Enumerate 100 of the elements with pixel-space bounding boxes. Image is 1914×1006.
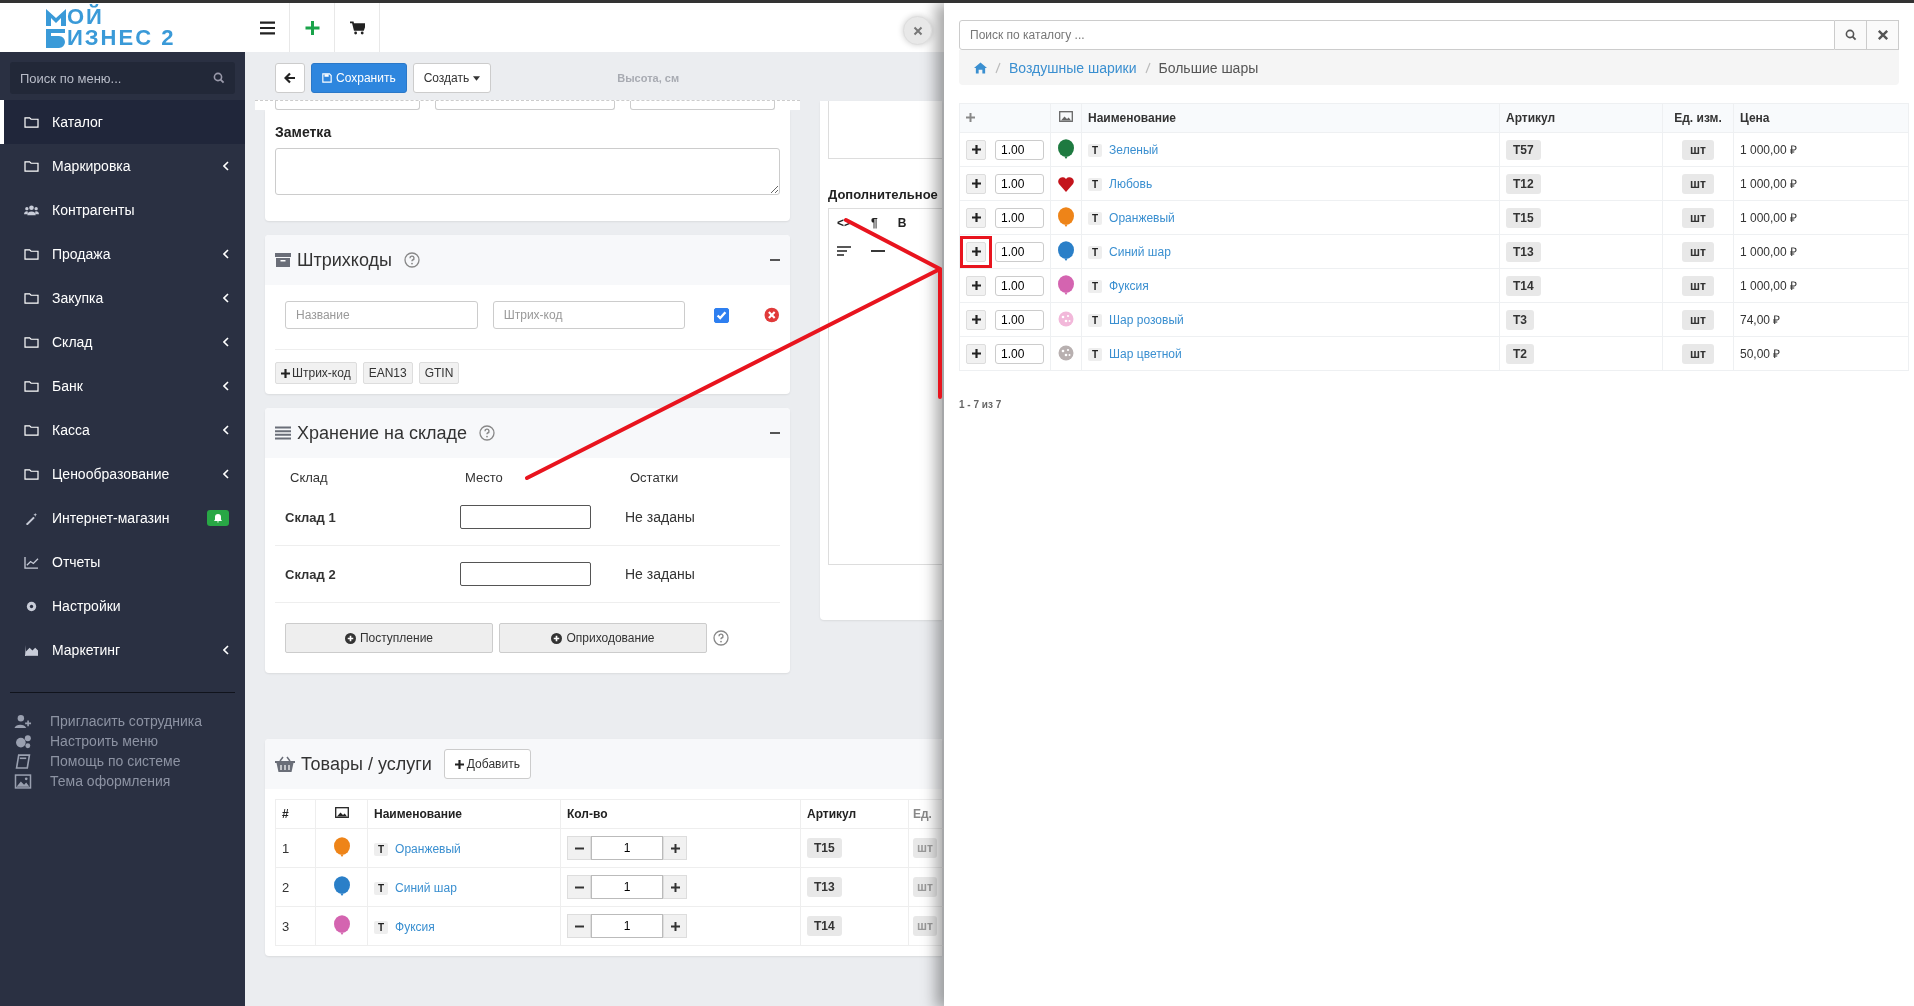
editor-tool[interactable]: ¶ xyxy=(871,216,878,230)
product-link[interactable]: Зеленый xyxy=(1109,142,1159,157)
unit-tag: шт xyxy=(1682,309,1714,330)
section-title: Дополнительное xyxy=(828,187,938,202)
barcode-type-button[interactable]: GTIN xyxy=(418,362,460,384)
nav-item[interactable]: Склад xyxy=(0,320,245,364)
quantity-field[interactable]: 1.00 xyxy=(995,343,1044,364)
column-header: Артикул xyxy=(1499,103,1663,133)
field-label: Высота, см xyxy=(617,72,680,84)
column-header: Артикул xyxy=(800,799,909,829)
column-header: Остатки xyxy=(630,470,680,485)
sku-tag: T15 xyxy=(807,838,842,858)
price: 1 000,00 ₽ xyxy=(1733,234,1909,269)
unit-tag: шт xyxy=(1682,343,1714,364)
warehouse-name: Склад 2 xyxy=(285,566,337,582)
type-badge: Т xyxy=(374,920,389,934)
row-number: 1 xyxy=(275,828,316,868)
quantity-field[interactable]: 1 xyxy=(591,836,663,860)
nav-item[interactable]: Продажа xyxy=(0,232,245,276)
quantity-field[interactable]: 1 xyxy=(591,914,663,938)
sku-tag: T13 xyxy=(1506,241,1541,262)
breadcrumb-current: Большие шары xyxy=(1158,59,1259,76)
barcode-name-field[interactable]: Название xyxy=(285,301,478,329)
editor-tool[interactable]: B xyxy=(897,216,907,230)
sidebar-link[interactable]: Пригласить сотрудника xyxy=(50,713,202,729)
column-header: Склад xyxy=(290,470,329,485)
sku-tag: T3 xyxy=(1506,309,1534,330)
type-badge: Т xyxy=(374,842,389,856)
save-button[interactable]: Сохранить xyxy=(311,63,407,93)
nav-item[interactable]: Контрагенты xyxy=(0,188,245,232)
column-header: Наименование xyxy=(1081,103,1500,133)
type-badge: Т xyxy=(1088,279,1103,293)
quantity-field[interactable]: 1.00 xyxy=(995,241,1044,262)
price: 74,00 ₽ xyxy=(1733,302,1909,337)
nav-item[interactable]: Маркировка xyxy=(0,144,245,188)
product-link[interactable]: Шар розовый xyxy=(1109,312,1184,327)
product-link[interactable]: Синий шар xyxy=(395,880,457,895)
type-badge: Т xyxy=(1088,313,1103,327)
quantity-field[interactable]: 1.00 xyxy=(995,275,1044,296)
quantity-field[interactable]: 1 xyxy=(591,875,663,899)
nav-item[interactable]: Касса xyxy=(0,408,245,452)
unit-tag: шт xyxy=(913,838,937,858)
catalog-search-field[interactable]: Поиск по каталогу ... xyxy=(959,20,1835,50)
quantity-field[interactable]: 1.00 xyxy=(995,139,1044,160)
sidebar-link[interactable]: Настроить меню xyxy=(50,733,158,749)
sku-tag: T57 xyxy=(1506,139,1541,160)
section-title: Товары / услуги xyxy=(301,753,432,775)
nav-item[interactable]: Закупка xyxy=(0,276,245,320)
nav-item[interactable]: Настройки xyxy=(0,584,245,628)
sidebar-link[interactable]: Помощь по системе xyxy=(50,753,181,769)
stock-value: Не заданы xyxy=(625,509,696,525)
nav-item[interactable]: Банк xyxy=(0,364,245,408)
product-link[interactable]: Фуксия xyxy=(1109,278,1149,293)
product-link[interactable]: Оранжевый xyxy=(1109,210,1175,225)
add-button[interactable]: Добавить xyxy=(443,749,531,779)
nav-item[interactable]: Отчеты xyxy=(0,540,245,584)
stock-action-button[interactable]: Оприходование xyxy=(499,623,707,653)
menu-search-field[interactable]: Поиск по меню... xyxy=(10,62,235,94)
product-link[interactable]: Любовь xyxy=(1109,176,1153,191)
type-badge: Т xyxy=(1088,143,1103,157)
warehouse-name: Склад 1 xyxy=(285,509,337,525)
type-badge: Т xyxy=(374,881,389,895)
nav-item[interactable]: Ценообразование xyxy=(0,452,245,496)
section-title: Хранение на складе xyxy=(297,422,468,444)
unit-tag: шт xyxy=(913,916,937,936)
price: 1 000,00 ₽ xyxy=(1733,166,1909,201)
product-link[interactable]: Оранжевый xyxy=(395,841,461,856)
price: 1 000,00 ₽ xyxy=(1733,268,1909,303)
unit-tag: шт xyxy=(1682,275,1714,296)
create-dropdown[interactable]: Создать xyxy=(412,63,492,93)
sku-tag: T14 xyxy=(807,916,842,936)
type-badge: Т xyxy=(1088,347,1103,361)
stock-action-button[interactable]: Поступление xyxy=(285,623,493,653)
sidebar-link[interactable]: Тема оформления xyxy=(50,773,171,789)
row-number: 3 xyxy=(275,906,316,946)
column-header: Наименование xyxy=(367,799,561,829)
barcode-type-button[interactable]: Штрих-код xyxy=(275,362,357,384)
price: 1 000,00 ₽ xyxy=(1733,132,1909,167)
sku-tag: T2 xyxy=(1506,343,1534,364)
quantity-field[interactable]: 1.00 xyxy=(995,207,1044,228)
barcode-type-button[interactable]: EAN13 xyxy=(362,362,413,384)
sku-tag: T15 xyxy=(1506,207,1541,228)
nav-item[interactable]: Маркетинг xyxy=(0,628,245,672)
barcode-field[interactable]: Штрих-код xyxy=(492,301,686,329)
quantity-field[interactable]: 1.00 xyxy=(995,309,1044,330)
sku-tag: T14 xyxy=(1506,275,1541,296)
nav-item[interactable]: Интернет-магазин xyxy=(0,496,245,540)
column-header: # xyxy=(275,799,316,829)
unit-tag: шт xyxy=(1682,241,1714,262)
product-link[interactable]: Синий шар xyxy=(1109,244,1171,259)
column-header: Ед. xyxy=(913,807,932,821)
product-link[interactable]: Шар цветной xyxy=(1109,346,1182,361)
column-header: Ед. изм. xyxy=(1662,103,1734,133)
column-header: Кол-во xyxy=(560,799,801,829)
stock-value: Не заданы xyxy=(625,566,696,582)
sku-tag: T12 xyxy=(1506,173,1541,194)
nav-item[interactable]: Каталог xyxy=(0,100,245,144)
price: 50,00 ₽ xyxy=(1733,336,1909,371)
product-link[interactable]: Фуксия xyxy=(395,919,435,934)
quantity-field[interactable]: 1.00 xyxy=(995,173,1044,194)
